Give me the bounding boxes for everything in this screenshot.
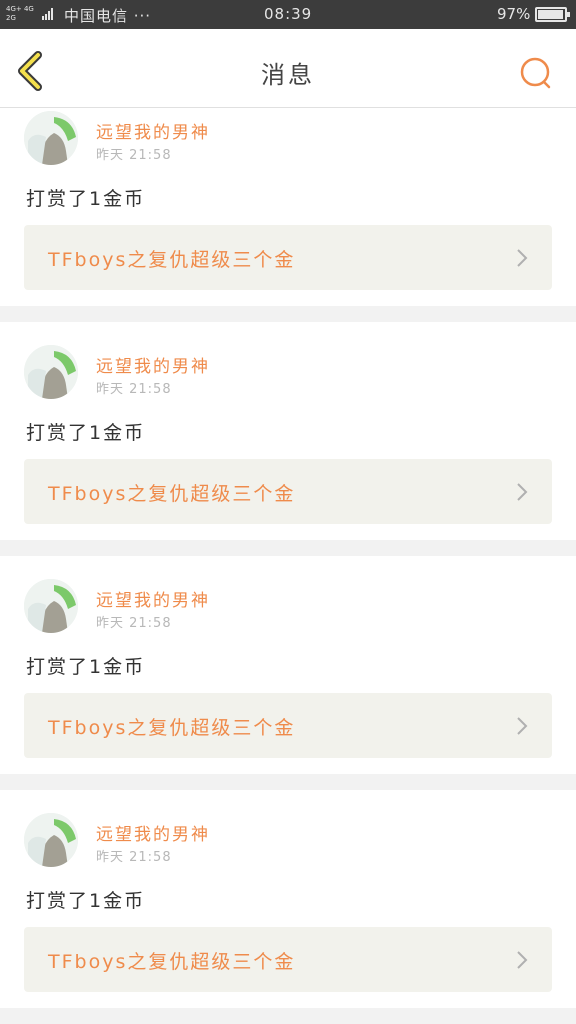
battery-percent: 97% [497, 5, 531, 23]
clock: 08:39 [264, 5, 313, 23]
user-name[interactable]: 远望我的男神 [96, 352, 210, 377]
chevron-right-icon [517, 483, 528, 501]
search-button[interactable] [518, 55, 554, 91]
action-text: 打赏了1金币 [26, 656, 146, 678]
message-card: 远望我的男神 昨天 21:58 打赏了1金币 TFboys之复仇超级三个金 [0, 556, 576, 774]
timestamp: 昨天 21:58 [96, 382, 172, 397]
user-name[interactable]: 远望我的男神 [96, 118, 210, 143]
user-name[interactable]: 远望我的男神 [96, 820, 210, 845]
work-link[interactable]: TFboys之复仇超级三个金 [24, 459, 552, 524]
signal-bars-icon [42, 8, 56, 20]
chevron-right-icon [517, 951, 528, 969]
page-title: 消息 [261, 61, 315, 89]
avatar[interactable] [24, 813, 78, 867]
work-link-title: TFboys之复仇超级三个金 [48, 951, 296, 973]
battery-fill [538, 10, 564, 19]
battery-icon [535, 7, 570, 22]
network-bottom-label: 2G [6, 14, 16, 22]
timestamp: 昨天 21:58 [96, 148, 172, 163]
action-text: 打赏了1金币 [26, 890, 146, 912]
action-text: 打赏了1金币 [26, 188, 146, 210]
work-link[interactable]: TFboys之复仇超级三个金 [24, 225, 552, 290]
user-name[interactable]: 远望我的男神 [96, 586, 210, 611]
work-link-title: TFboys之复仇超级三个金 [48, 483, 296, 505]
nav-bar: 消息 [0, 29, 576, 108]
message-card: 远望我的男神 昨天 21:58 打赏了1金币 TFboys之复仇超级三个金 [0, 790, 576, 1008]
timestamp: 昨天 21:58 [96, 616, 172, 631]
network-indicator: 4G+ 4G 2G [6, 5, 40, 23]
work-link-title: TFboys之复仇超级三个金 [48, 717, 296, 739]
action-text: 打赏了1金币 [26, 422, 146, 444]
avatar[interactable] [24, 111, 78, 165]
work-link-title: TFboys之复仇超级三个金 [48, 249, 296, 271]
carrier-label: 中国电信 ··· [64, 7, 152, 25]
search-icon [520, 57, 551, 89]
work-link[interactable]: TFboys之复仇超级三个金 [24, 927, 552, 992]
avatar[interactable] [24, 345, 78, 399]
avatar[interactable] [24, 579, 78, 633]
timestamp: 昨天 21:58 [96, 850, 172, 865]
chevron-right-icon [517, 249, 528, 267]
chevron-right-icon [517, 717, 528, 735]
work-link[interactable]: TFboys之复仇超级三个金 [24, 693, 552, 758]
message-card: 远望我的男神 昨天 21:58 打赏了1金币 TFboys之复仇超级三个金 [0, 322, 576, 540]
network-top-label: 4G+ 4G [6, 5, 34, 13]
status-bar: 4G+ 4G 2G 中国电信 ··· 08:39 97% [0, 0, 576, 29]
message-card: 远望我的男神 昨天 21:58 打赏了1金币 TFboys之复仇超级三个金 [0, 108, 576, 306]
